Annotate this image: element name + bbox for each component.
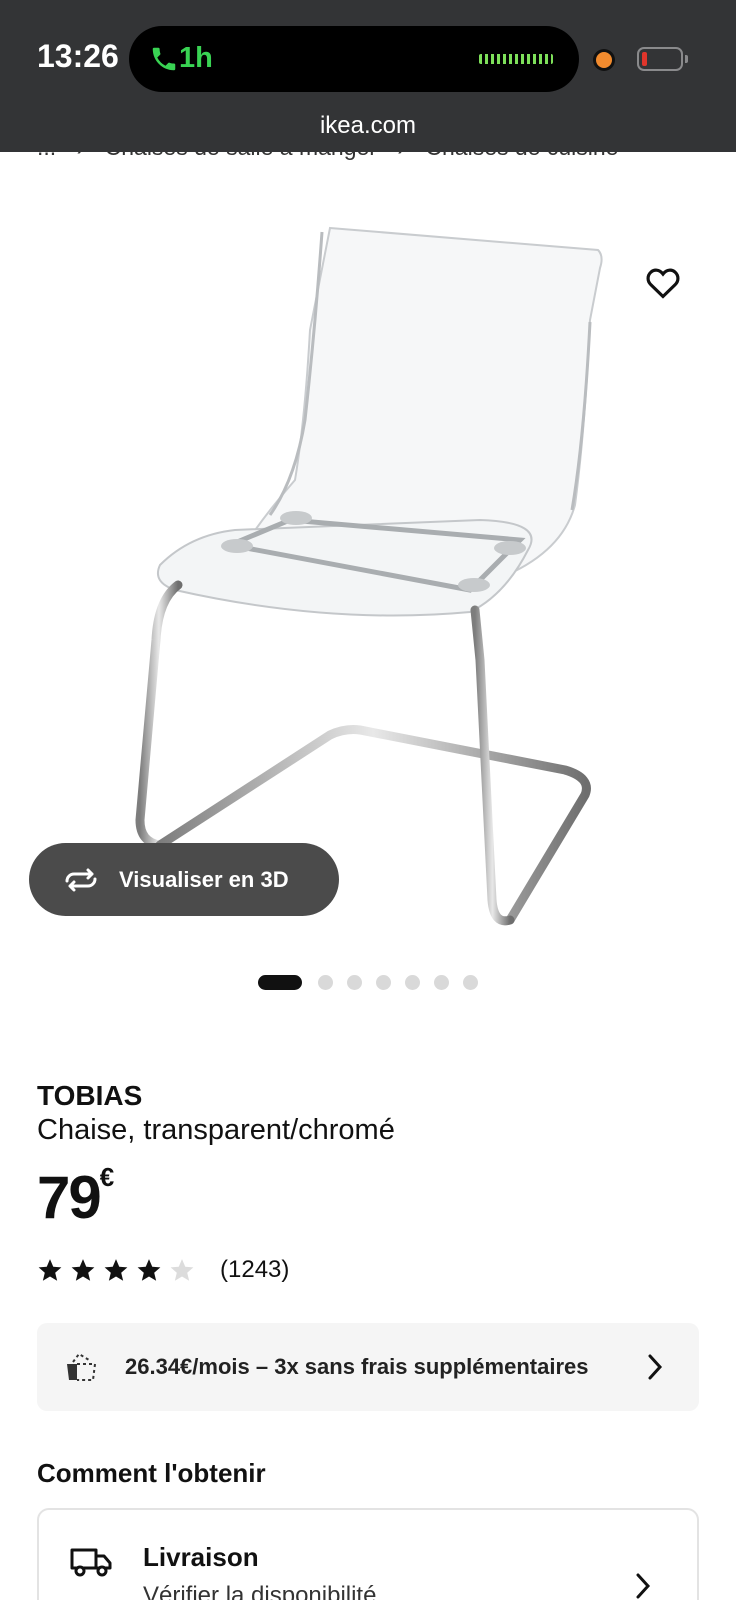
- dynamic-island[interactable]: 1h: [129, 26, 579, 92]
- camera-indicator-icon: [596, 52, 612, 68]
- view-3d-button[interactable]: Visualiser en 3D: [29, 843, 339, 916]
- review-count: (1243): [220, 1256, 290, 1283]
- star-icon: [104, 1259, 128, 1281]
- carousel-dot[interactable]: [405, 975, 420, 990]
- carousel-dot[interactable]: [463, 975, 478, 990]
- phone-icon: [152, 47, 176, 71]
- installment-text: 26.34€/mois – 3x sans frais supplémentai…: [125, 1354, 589, 1379]
- how-to-get-title: Comment l'obtenir: [37, 1458, 266, 1488]
- carousel-dot[interactable]: [318, 975, 333, 990]
- truck-icon: [70, 1548, 112, 1577]
- carousel-dot[interactable]: [376, 975, 391, 990]
- chair-illustration: [135, 226, 603, 926]
- status-bar: 13:26 1h ikea.com: [0, 0, 736, 152]
- star-icon: [137, 1259, 161, 1281]
- delivery-subtitle: Vérifier la disponibilité: [143, 1582, 377, 1600]
- product-rating[interactable]: (1243): [37, 1256, 289, 1284]
- delivery-title: Livraison: [143, 1542, 259, 1572]
- image-carousel-dots[interactable]: [258, 975, 492, 990]
- clock: 13:26: [37, 38, 119, 74]
- star-icon: [71, 1259, 95, 1281]
- carousel-dot[interactable]: [434, 975, 449, 990]
- rotate-3d-icon: [65, 868, 97, 891]
- carousel-dot-active[interactable]: [258, 975, 302, 990]
- delivery-option[interactable]: Livraison Vérifier la disponibilité: [37, 1508, 699, 1600]
- star-icon: [38, 1259, 62, 1281]
- call-duration: 1h: [179, 42, 213, 74]
- product-name: TOBIAS: [37, 1080, 143, 1111]
- battery-icon: [637, 47, 688, 71]
- product-image[interactable]: [0, 160, 736, 960]
- heart-icon[interactable]: [644, 264, 682, 302]
- view-3d-label: Visualiser en 3D: [119, 866, 289, 892]
- product-price: 79€: [37, 1162, 114, 1232]
- product-description: Chaise, transparent/chromé: [37, 1114, 395, 1146]
- price-value: 79: [37, 1164, 102, 1231]
- chevron-right-icon: [648, 1354, 663, 1380]
- installment-banner[interactable]: 26.34€/mois – 3x sans frais supplémentai…: [37, 1323, 699, 1411]
- chevron-right-icon: [636, 1573, 651, 1599]
- carousel-dot[interactable]: [347, 975, 362, 990]
- star-empty-icon: [170, 1259, 194, 1281]
- installment-icon: [67, 1352, 97, 1381]
- url-bar[interactable]: ikea.com: [0, 112, 736, 140]
- price-currency: €: [99, 1162, 115, 1192]
- audio-wave-icon: [479, 54, 553, 64]
